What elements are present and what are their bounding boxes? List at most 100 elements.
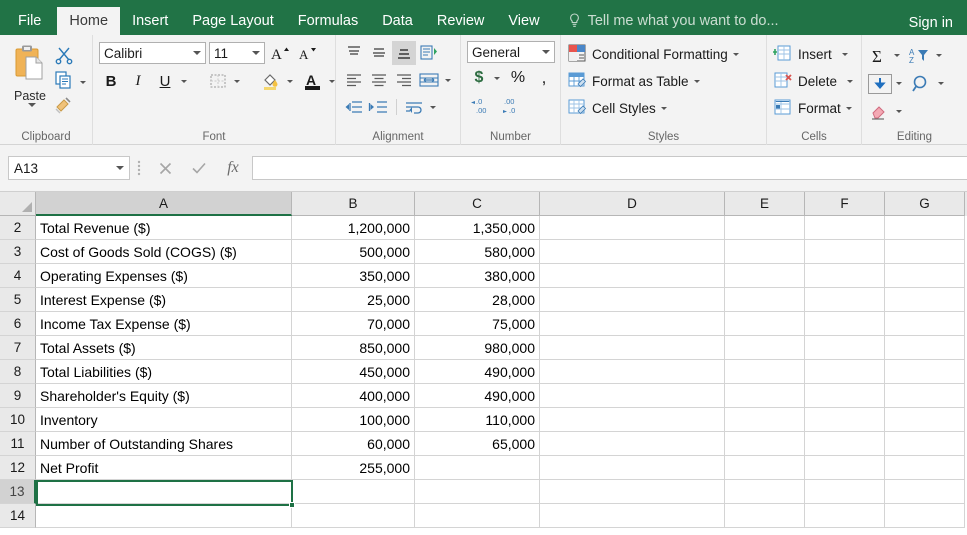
format-as-table-button[interactable]: Format as Table xyxy=(567,69,739,94)
cell-B10[interactable]: 100,000 xyxy=(292,408,415,432)
cell-D14[interactable] xyxy=(540,504,725,528)
tab-file[interactable]: File xyxy=(0,7,57,35)
cell-G14[interactable] xyxy=(885,504,965,528)
cell-G2[interactable] xyxy=(885,216,965,240)
cell-B13[interactable] xyxy=(292,480,415,504)
find-and-select-button[interactable] xyxy=(910,72,934,96)
cell-D6[interactable] xyxy=(540,312,725,336)
row-header-2[interactable]: 2 xyxy=(0,216,36,240)
fill-color-button[interactable] xyxy=(259,69,283,93)
cell-A8[interactable]: Total Liabilities ($) xyxy=(36,360,292,384)
row-header-10[interactable]: 10 xyxy=(0,408,36,432)
cell-F6[interactable] xyxy=(805,312,885,336)
column-header-e[interactable]: E xyxy=(725,192,805,216)
cell-F11[interactable] xyxy=(805,432,885,456)
cell-G10[interactable] xyxy=(885,408,965,432)
paste-button[interactable]: Paste xyxy=(6,41,54,107)
top-align-button[interactable] xyxy=(342,41,366,65)
cell-A11[interactable]: Number of Outstanding Shares xyxy=(36,432,292,456)
borders-button[interactable] xyxy=(206,69,230,93)
cell-F12[interactable] xyxy=(805,456,885,480)
number-format-combo[interactable]: General xyxy=(467,41,555,63)
cell-G9[interactable] xyxy=(885,384,965,408)
cell-E2[interactable] xyxy=(725,216,805,240)
clear-button[interactable] xyxy=(868,100,892,124)
increase-decimal-button[interactable]: .0.00 xyxy=(469,93,493,117)
tab-page-layout[interactable]: Page Layout xyxy=(180,7,285,35)
sort-filter-dropdown-icon[interactable] xyxy=(936,54,942,57)
cell-G7[interactable] xyxy=(885,336,965,360)
cell-D13[interactable] xyxy=(540,480,725,504)
delete-cells-button[interactable]: Delete xyxy=(773,69,854,94)
column-header-b[interactable]: B xyxy=(292,192,415,216)
wrap-text-dropdown-icon[interactable] xyxy=(430,105,436,109)
row-header-11[interactable]: 11 xyxy=(0,432,36,456)
cell-G11[interactable] xyxy=(885,432,965,456)
align-right-button[interactable] xyxy=(392,68,416,92)
underline-button[interactable]: U xyxy=(153,69,177,93)
cell-C5[interactable]: 28,000 xyxy=(415,288,540,312)
cell-D7[interactable] xyxy=(540,336,725,360)
row-header-3[interactable]: 3 xyxy=(0,240,36,264)
cell-A6[interactable]: Income Tax Expense ($) xyxy=(36,312,292,336)
cell-E11[interactable] xyxy=(725,432,805,456)
find-select-dropdown-icon[interactable] xyxy=(938,82,944,85)
cell-E4[interactable] xyxy=(725,264,805,288)
column-header-f[interactable]: F xyxy=(805,192,885,216)
cell-B14[interactable] xyxy=(292,504,415,528)
cell-D3[interactable] xyxy=(540,240,725,264)
cell-E9[interactable] xyxy=(725,384,805,408)
cell-C10[interactable]: 110,000 xyxy=(415,408,540,432)
cell-C2[interactable]: 1,350,000 xyxy=(415,216,540,240)
cell-D8[interactable] xyxy=(540,360,725,384)
cell-C6[interactable]: 75,000 xyxy=(415,312,540,336)
font-size-combo[interactable]: 11 xyxy=(209,42,265,64)
column-header-a[interactable]: A xyxy=(36,192,292,216)
tab-insert[interactable]: Insert xyxy=(120,7,180,35)
cell-C12[interactable] xyxy=(415,456,540,480)
format-painter-button[interactable] xyxy=(54,95,86,119)
accounting-format-button[interactable]: $ xyxy=(467,66,491,90)
column-header-g[interactable]: G xyxy=(885,192,965,216)
bold-button[interactable]: B xyxy=(99,69,123,93)
cell-C13[interactable] xyxy=(415,480,540,504)
cell-C3[interactable]: 580,000 xyxy=(415,240,540,264)
row-header-12[interactable]: 12 xyxy=(0,456,36,480)
cell-D5[interactable] xyxy=(540,288,725,312)
cell-A14[interactable] xyxy=(36,504,292,528)
cut-button[interactable] xyxy=(54,45,86,69)
cell-E10[interactable] xyxy=(725,408,805,432)
row-header-14[interactable]: 14 xyxy=(0,504,36,528)
decrease-indent-button[interactable] xyxy=(342,95,366,119)
row-header-5[interactable]: 5 xyxy=(0,288,36,312)
cell-C8[interactable]: 490,000 xyxy=(415,360,540,384)
insert-function-button[interactable]: fx xyxy=(216,155,250,181)
autosum-dropdown-icon[interactable] xyxy=(894,54,900,57)
row-header-4[interactable]: 4 xyxy=(0,264,36,288)
cancel-formula-button[interactable] xyxy=(148,155,182,181)
cell-F2[interactable] xyxy=(805,216,885,240)
row-header-6[interactable]: 6 xyxy=(0,312,36,336)
cell-F13[interactable] xyxy=(805,480,885,504)
cell-G5[interactable] xyxy=(885,288,965,312)
cell-B2[interactable]: 1,200,000 xyxy=(292,216,415,240)
cell-B3[interactable]: 500,000 xyxy=(292,240,415,264)
sort-and-filter-button[interactable]: AZ xyxy=(908,44,932,68)
cell-D2[interactable] xyxy=(540,216,725,240)
formula-input[interactable] xyxy=(252,156,967,180)
column-header-c[interactable]: C xyxy=(415,192,540,216)
cell-G13[interactable] xyxy=(885,480,965,504)
tab-home[interactable]: Home xyxy=(57,7,121,35)
cell-A9[interactable]: Shareholder's Equity ($) xyxy=(36,384,292,408)
cell-A12[interactable]: Net Profit xyxy=(36,456,292,480)
name-box[interactable]: A13 xyxy=(8,156,130,180)
enter-formula-button[interactable] xyxy=(182,155,216,181)
decrease-decimal-button[interactable]: .00.0 xyxy=(499,93,523,117)
autosum-button[interactable]: Σ xyxy=(868,44,892,68)
cell-E5[interactable] xyxy=(725,288,805,312)
cell-G4[interactable] xyxy=(885,264,965,288)
cell-A3[interactable]: Cost of Goods Sold (COGS) ($) xyxy=(36,240,292,264)
accounting-dropdown-icon[interactable] xyxy=(494,76,500,80)
cell-G8[interactable] xyxy=(885,360,965,384)
merge-and-center-button[interactable] xyxy=(417,68,441,92)
